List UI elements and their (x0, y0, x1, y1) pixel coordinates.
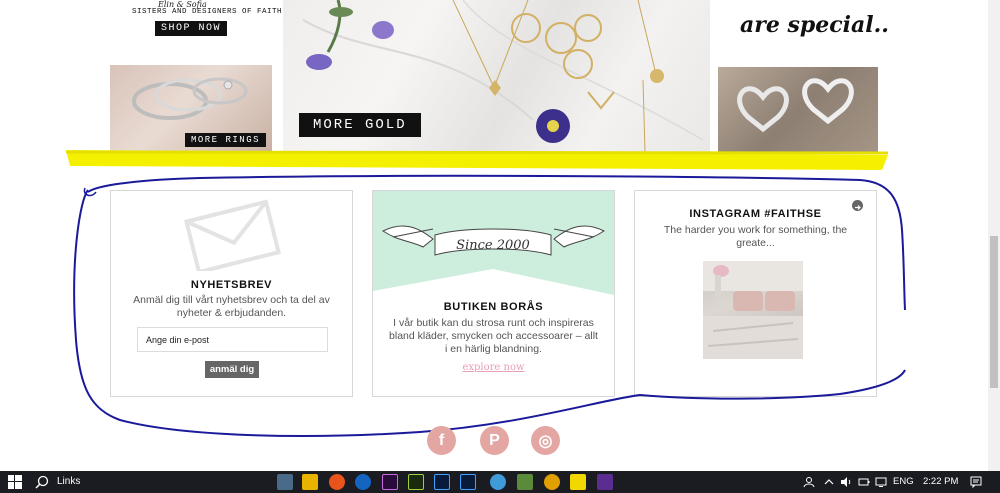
windows-taskbar: Links ENG 2:22 PM (0, 471, 1000, 493)
chevron-up-icon[interactable] (823, 476, 835, 488)
photoshop-icon[interactable] (434, 474, 450, 490)
windows-start-icon[interactable] (8, 475, 22, 489)
shop-now-button[interactable]: SHOP NOW (155, 21, 228, 36)
instagram-photo[interactable] (703, 261, 803, 359)
photoshop-2-icon[interactable] (460, 474, 476, 490)
file-explorer-icon[interactable] (302, 474, 318, 490)
right-promo-column: are special.. (718, 0, 889, 152)
newsletter-title: NYHETSBREV (190, 279, 273, 291)
muse-icon[interactable] (408, 474, 424, 490)
envelope-icon (183, 199, 281, 271)
network-icon[interactable] (875, 476, 887, 488)
pinterest-icon[interactable]: P (480, 426, 509, 455)
sticky-notes-icon[interactable] (570, 474, 586, 490)
rings-image[interactable]: MORE RINGS (110, 65, 272, 152)
people-icon[interactable] (803, 476, 815, 488)
instagram-title: INSTAGRAM #FAITHSE (689, 208, 822, 220)
edge-icon[interactable] (490, 474, 506, 490)
store-title: BUTIKEN BORÅS (443, 301, 544, 313)
action-center-icon[interactable] (970, 476, 982, 488)
chrome-icon[interactable] (544, 474, 560, 490)
scrollbar-thumb[interactable] (990, 236, 998, 388)
newsletter-card: NYHETSBREV Anmäl dig till vårt nyhetsbre… (110, 190, 353, 397)
search-icon[interactable] (35, 475, 49, 489)
premiere-icon[interactable] (382, 474, 398, 490)
yellow-highlight-stroke (66, 150, 888, 170)
brand-tagline: SISTERS AND DESIGNERS OF FAITH (132, 8, 283, 16)
facebook-icon[interactable]: f (427, 426, 456, 455)
network-app-icon[interactable] (277, 474, 293, 490)
browser-icon[interactable] (355, 474, 371, 490)
heart-earrings-image[interactable] (718, 67, 878, 152)
more-rings-button[interactable]: MORE RINGS (184, 133, 266, 147)
signup-button[interactable]: anmäl dig (205, 361, 259, 378)
more-gold-button[interactable]: MORE GOLD (299, 113, 421, 137)
instagram-photo-illustration (703, 261, 803, 359)
special-script-text: are special.. (740, 12, 889, 38)
visual-studio-icon[interactable] (597, 474, 613, 490)
clock[interactable]: 2:22 PM (923, 476, 958, 487)
store-card: Since 2000 BUTIKEN BORÅS I vår butik kan… (372, 190, 615, 397)
explore-now-link[interactable]: explore now (373, 362, 614, 373)
battery-icon[interactable] (858, 476, 870, 488)
instagram-card: INSTAGRAM #FAITHSE The harder you work f… (634, 190, 877, 397)
since-2000-text: Since 2000 (456, 238, 530, 253)
language-indicator[interactable]: ENG (893, 476, 914, 487)
volume-icon[interactable] (840, 476, 852, 488)
store-description: I vår butik kan du strosa runt och inspi… (389, 317, 598, 355)
firefox-icon[interactable] (329, 474, 345, 490)
instagram-icon[interactable]: ◎ (531, 426, 560, 455)
heart-earrings-illustration (737, 78, 854, 133)
gold-jewelry-image[interactable]: MORE GOLD (283, 0, 710, 152)
taskbar-search-label[interactable]: Links (57, 476, 80, 487)
store-banner: Since 2000 (373, 191, 614, 295)
paint-icon[interactable] (517, 474, 533, 490)
hero-banner: Elin & Sofia SISTERS AND DESIGNERS OF FA… (0, 0, 1000, 170)
instagram-caption: The harder you work for something, the g… (663, 224, 848, 249)
left-promo-column: Elin & Sofia SISTERS AND DESIGNERS OF FA… (110, 0, 282, 152)
newsletter-description: Anmäl dig till vårt nyhetsbrev och ta de… (133, 294, 330, 319)
email-input[interactable] (137, 327, 328, 352)
